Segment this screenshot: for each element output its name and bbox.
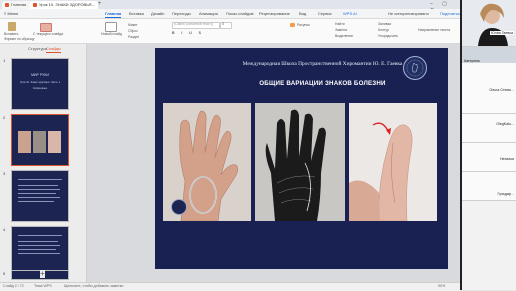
font-size-value: 0 — [222, 22, 224, 26]
slide-thumbnail-3[interactable] — [11, 170, 69, 222]
slide-number: 2 — [3, 115, 6, 120]
participant-name: Наталья — [499, 157, 514, 161]
menu-item-wps-ai[interactable]: WPS AI — [343, 9, 357, 18]
menu-item-review[interactable]: Рецензирование — [259, 9, 290, 18]
window-controls[interactable]: – ▢ ✕ — [430, 1, 460, 13]
format-buttons[interactable]: B I U S — [172, 31, 204, 35]
thumb-photo — [18, 131, 31, 153]
slide-thumbnail-2[interactable] — [11, 114, 69, 166]
hand-photo-1[interactable] — [163, 103, 251, 221]
slide-number: 4 — [3, 227, 6, 232]
thumb-subtitle-2: Сифоновые — [32, 87, 48, 90]
font-name-value: (Calibri (основной текст)) — [174, 22, 213, 26]
thumb-title: МИР РУКИ — [31, 73, 49, 77]
menu-item-animation[interactable]: Анимация — [199, 9, 218, 18]
participant-name: OlegKalu... — [496, 122, 514, 126]
participant-name: Ольга Стемо... — [489, 88, 514, 92]
current-slide[interactable]: Международная Школа Пространственной Хир… — [155, 48, 448, 269]
new-slide-button[interactable]: Новый слайд — [101, 32, 122, 36]
school-logo — [403, 56, 427, 80]
thumb-photo — [48, 131, 61, 153]
share-button[interactable]: Поделиться — [440, 9, 462, 18]
tab-slides[interactable]: Слайды — [46, 46, 61, 53]
picture-button[interactable]: Рисунок — [297, 23, 310, 27]
participant-name: Гульдар... — [497, 192, 514, 196]
menu-item-design[interactable]: Дизайн — [151, 9, 164, 18]
slide-number: 1 — [3, 58, 6, 63]
text-direction-button[interactable]: Направление текста — [418, 28, 450, 32]
theme-name: Тема WPS — [34, 284, 52, 288]
from-start-icon[interactable] — [40, 23, 52, 32]
participants-empty-area — [462, 201, 516, 290]
menu-item-tools[interactable]: Сервис — [318, 9, 332, 18]
participant-tile[interactable]: OlegKalu... — [462, 114, 516, 143]
reset-button[interactable]: Сброс — [128, 29, 138, 33]
notes-placeholder[interactable]: Щелкните, чтобы добавить заметки — [64, 284, 123, 288]
menu-button[interactable]: ≡ Меню — [4, 9, 18, 18]
paste-button[interactable]: Вставить — [4, 32, 18, 36]
tab-home-label: Главная — [11, 2, 27, 7]
slide-number: 5 — [3, 271, 6, 276]
menu-item-home[interactable]: Главная — [105, 9, 122, 18]
replace-button[interactable]: Замена — [335, 28, 347, 32]
menu-bar: ≡ Меню Главная Вставка Дизайн Переходы А… — [0, 9, 462, 19]
participant-tile[interactable]: Наталья — [462, 143, 516, 172]
menu-item-insert[interactable]: Вставка — [129, 9, 144, 18]
menu-item-transitions[interactable]: Переходы — [172, 9, 191, 18]
layout-button[interactable]: Макет — [128, 23, 138, 27]
slide-thumbnail-1[interactable]: МИР РУКИ Урок 10. Знаки здоровья. Часть … — [11, 58, 69, 110]
palm-print-photo[interactable] — [255, 103, 345, 221]
slide-subtitle: Международная Школа Пространственной Хир… — [242, 61, 403, 67]
home-icon — [5, 2, 9, 7]
watermark-logo — [171, 199, 187, 215]
participant-name: Катерина — [464, 59, 480, 63]
tab-document-label: Урок 10. ЗНАКИ ЗДОРОВЬЯ... — [39, 2, 95, 7]
new-tab-button[interactable]: + — [96, 1, 103, 8]
find-button[interactable]: Найти — [335, 22, 345, 26]
participant-video[interactable]: Юлия Гаевка — [462, 0, 516, 47]
tab-outline[interactable]: Структура — [28, 46, 47, 52]
slide-counter: Слайд 2 / 72 — [3, 284, 24, 288]
presentation-icon — [33, 2, 37, 7]
arrange-button[interactable]: Упорядочить — [378, 34, 398, 38]
title-bar: Главная Урок 10. ЗНАКИ ЗДОРОВЬЯ... + – ▢… — [0, 0, 460, 13]
fill-button[interactable]: Заливка — [378, 22, 391, 26]
participant-tile[interactable]: Гульдар... — [462, 172, 516, 201]
participant-name: Юлия Гаевка — [490, 31, 514, 35]
ribbon-toolbar: Вставить Формат по образцу С текущего сл… — [0, 19, 460, 44]
select-button[interactable]: Выделение — [335, 34, 353, 38]
from-current-button[interactable]: С текущего слайда — [33, 32, 63, 36]
section-button[interactable]: Раздел — [128, 35, 139, 39]
tab-document[interactable]: Урок 10. ЗНАКИ ЗДОРОВЬЯ... — [30, 1, 98, 9]
slide-title: ОБЩИЕ ВАРИАЦИИ ЗНАКОВ БОЛЕЗНИ — [259, 80, 386, 87]
sync-status: Не синхронизировано — [388, 11, 429, 16]
tab-home[interactable]: Главная — [2, 1, 32, 9]
picture-icon[interactable] — [290, 23, 295, 27]
new-slide-icon[interactable] — [105, 22, 117, 32]
slides-panel: Структура Слайды 1 МИР РУКИ Урок 10. Зна… — [0, 44, 87, 282]
participant-tile[interactable]: Ольга Стемо... — [462, 85, 516, 114]
finger-photo[interactable] — [349, 103, 437, 221]
thumb-photo — [33, 131, 46, 153]
outline-button[interactable]: Контур — [378, 28, 389, 32]
thumb-subtitle: Урок 10. Знаки здоровья. Часть 1 — [19, 81, 61, 84]
zoom-level[interactable]: 90% — [438, 284, 445, 288]
format-painter-button[interactable]: Формат по образцу — [4, 37, 34, 41]
add-slide-button[interactable]: + — [40, 270, 45, 278]
paste-icon[interactable] — [8, 22, 16, 31]
menu-item-slideshow[interactable]: Показ слайдов — [226, 9, 254, 18]
menu-item-view[interactable]: Вид — [299, 9, 306, 18]
slide-number: 3 — [3, 171, 6, 176]
